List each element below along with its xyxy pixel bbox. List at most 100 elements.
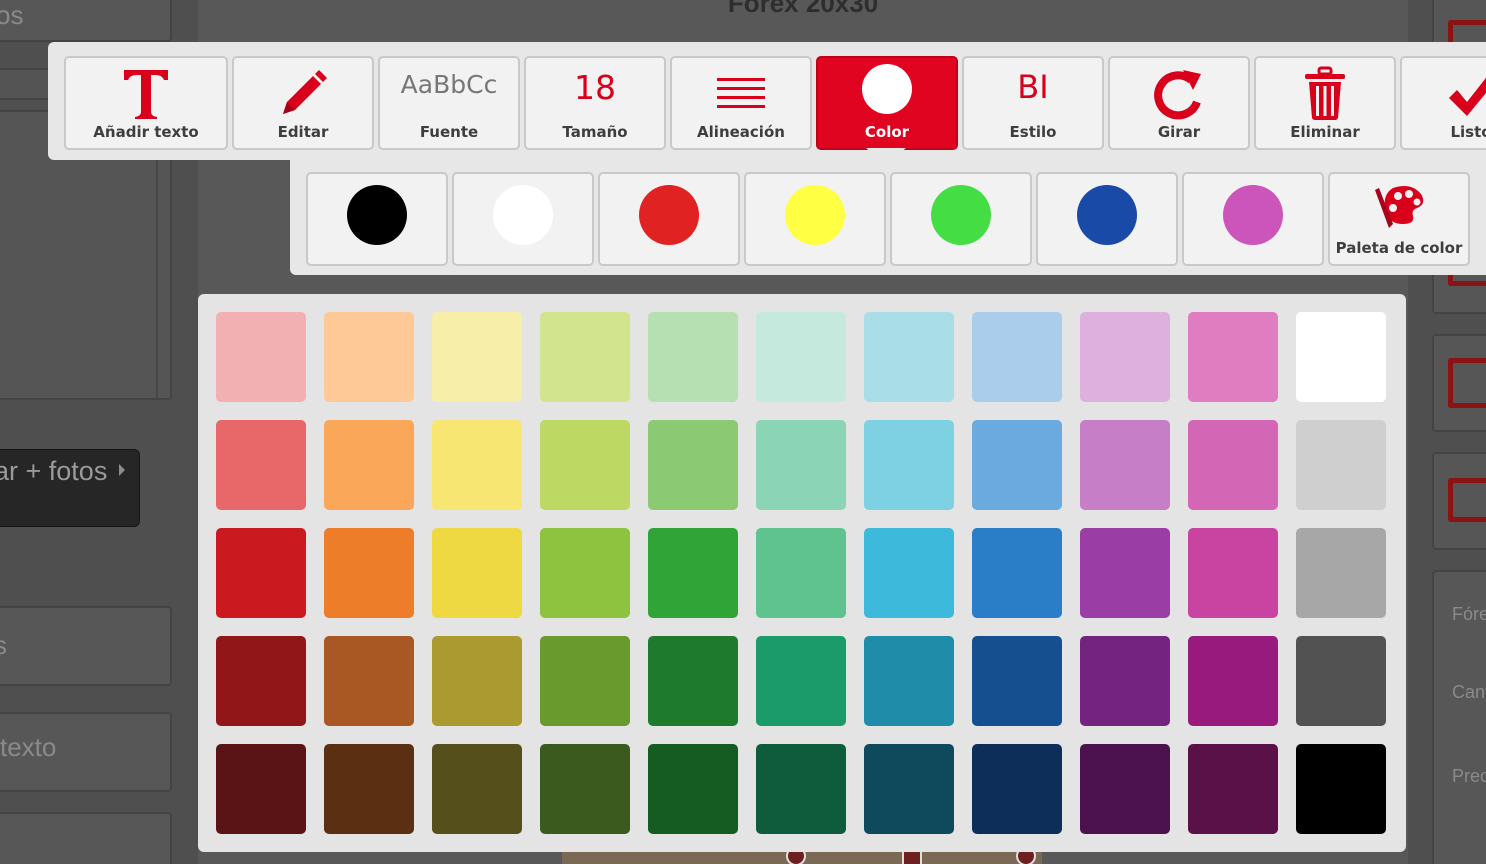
color-dot [639,185,699,245]
palette-color-cell[interactable] [1188,420,1278,510]
text-T-icon [124,70,168,119]
size-button[interactable]: 18 Tamaño [524,56,666,150]
quick-color-swatch[interactable] [598,172,740,266]
style-preview: BI [1017,68,1049,106]
color-button[interactable]: Color [816,56,958,150]
quick-color-swatch[interactable] [306,172,448,266]
palette-color-cell[interactable] [324,528,414,618]
palette-color-cell[interactable] [1188,312,1278,402]
palette-color-cell[interactable] [648,312,738,402]
palette-color-cell[interactable] [864,744,954,834]
summary-label-price: Prec [1452,766,1486,786]
palette-color-cell[interactable] [1080,420,1170,510]
font-label: Fuente [419,123,479,141]
palette-color-cell[interactable] [864,636,954,726]
palette-color-cell[interactable] [324,312,414,402]
palette-color-cell[interactable] [216,636,306,726]
quick-color-swatch[interactable] [890,172,1032,266]
format-thumb[interactable] [1432,334,1486,432]
palette-color-cell[interactable] [756,312,846,402]
add-more-photos-button[interactable]: ar + fotos [0,449,140,527]
add-more-photos-label: ar + fotos [0,456,108,486]
palette-color-cell[interactable] [216,744,306,834]
palette-color-cell[interactable] [972,528,1062,618]
quick-color-swatch[interactable] [452,172,594,266]
color-dot [347,185,407,245]
palette-color-cell[interactable] [324,420,414,510]
size-label: Tamaño [562,123,628,141]
palette-color-cell[interactable] [1296,528,1386,618]
palette-color-cell[interactable] [432,312,522,402]
palette-color-cell[interactable] [648,528,738,618]
color-dot [493,185,553,245]
color-dot [1223,185,1283,245]
palette-color-cell[interactable] [324,744,414,834]
palette-color-cell[interactable] [1080,312,1170,402]
palette-color-cell[interactable] [540,528,630,618]
palette-color-cell[interactable] [1080,744,1170,834]
quick-color-swatch[interactable] [1036,172,1178,266]
palette-color-cell[interactable] [1296,420,1386,510]
palette-color-cell[interactable] [432,744,522,834]
palette-color-cell[interactable] [1188,744,1278,834]
quick-color-swatch[interactable] [744,172,886,266]
alignment-button[interactable]: Alineación [670,56,812,150]
collage-icon [1448,358,1486,408]
quick-color-bar: Paleta de color [290,160,1486,275]
done-button[interactable]: Listo [1400,56,1486,150]
palette-color-cell[interactable] [216,528,306,618]
palette-color-cell[interactable] [216,420,306,510]
left-card-s[interactable]: s [0,606,172,686]
add-text-button[interactable]: Añadir texto [64,56,228,150]
palette-color-cell[interactable] [972,420,1062,510]
palette-color-cell[interactable] [540,744,630,834]
delete-label: Eliminar [1290,123,1360,141]
style-button[interactable]: BI Estilo [962,56,1104,150]
palette-color-cell[interactable] [432,636,522,726]
palette-color-cell[interactable] [756,528,846,618]
color-palette-button[interactable]: Paleta de color [1328,172,1470,266]
palette-color-cell[interactable] [1188,636,1278,726]
summary-label-quantity: Cant [1452,682,1486,702]
palette-color-cell[interactable] [540,312,630,402]
font-button[interactable]: AaBbCc Fuente [378,56,520,150]
palette-color-cell[interactable] [648,420,738,510]
palette-color-cell[interactable] [648,636,738,726]
align-lines-icon [717,78,765,108]
palette-color-cell[interactable] [540,636,630,726]
palette-color-cell[interactable] [432,420,522,510]
left-card-bottom [0,812,172,864]
palette-color-cell[interactable] [756,636,846,726]
caret-right-icon [119,464,125,476]
format-thumb[interactable] [1432,452,1486,550]
edit-button[interactable]: Editar [232,56,374,150]
palette-color-cell[interactable] [1296,312,1386,402]
palette-color-cell[interactable] [864,312,954,402]
palette-color-cell[interactable] [972,312,1062,402]
palette-color-cell[interactable] [1188,528,1278,618]
palette-color-cell[interactable] [1296,636,1386,726]
left-card-text[interactable]: texto [0,712,172,792]
palette-color-cell[interactable] [1080,636,1170,726]
delete-button[interactable]: Eliminar [1254,56,1396,150]
palette-color-cell[interactable] [1296,744,1386,834]
palette-color-cell[interactable] [864,528,954,618]
palette-color-cell[interactable] [216,312,306,402]
left-card-text-label: texto [0,732,57,762]
add-text-label: Añadir texto [93,123,199,141]
left-card-photos: os [0,0,172,42]
trash-icon [1305,66,1345,120]
palette-color-cell[interactable] [648,744,738,834]
palette-color-cell[interactable] [756,744,846,834]
palette-color-cell[interactable] [432,528,522,618]
left-card-photos-label: os [0,0,24,30]
palette-color-cell[interactable] [540,420,630,510]
rotate-button[interactable]: Girar [1108,56,1250,150]
palette-color-cell[interactable] [1080,528,1170,618]
quick-color-swatch[interactable] [1182,172,1324,266]
palette-color-cell[interactable] [972,744,1062,834]
palette-color-cell[interactable] [756,420,846,510]
palette-color-cell[interactable] [324,636,414,726]
palette-color-cell[interactable] [864,420,954,510]
palette-color-cell[interactable] [972,636,1062,726]
